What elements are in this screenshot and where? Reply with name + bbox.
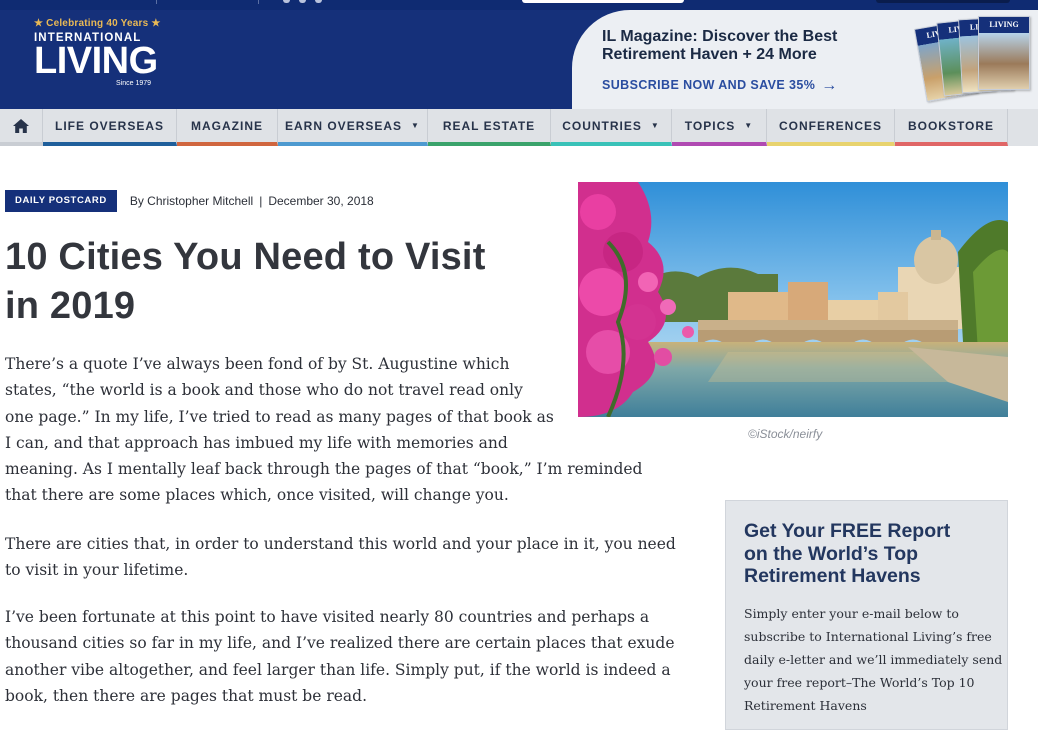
home-icon: [13, 118, 29, 133]
article-paragraph: I’ve been fortunate at this point to hav…: [5, 604, 685, 709]
signup-title: Get Your FREE Report on the World’s Top Re…: [744, 520, 994, 588]
article-title-line: 10 Cities You Need to Visit: [5, 236, 486, 278]
signup-title-line: Get Your FREE Report: [744, 520, 951, 542]
logo-name-line2: LIVING: [34, 40, 158, 82]
nav-item-label: MAGAZINE: [191, 118, 263, 133]
category-badge[interactable]: DAILY POSTCARD: [5, 190, 117, 212]
logo-since: Since 1979: [116, 80, 152, 87]
nav-item-label: BOOKSTORE: [907, 118, 995, 133]
nav-item-topics[interactable]: TOPICS ▼: [672, 109, 767, 146]
divider: [258, 0, 259, 4]
paragraph-line: book, then there are pages that must be …: [5, 686, 368, 705]
byline-separator: |: [259, 194, 263, 208]
signup-title-line: on the World’s Top: [744, 542, 919, 565]
magazine-covers-image: LIVING LIVING LIVING LIVING: [912, 14, 1032, 106]
byline: By Christopher Mitchell | December 30, 201…: [130, 194, 374, 208]
paragraph-line: meaning. As I mentally leaf back through…: [5, 460, 643, 479]
magazine-cover: LIVING: [978, 16, 1030, 90]
nav-item-real-estate[interactable]: REAL ESTATE: [428, 109, 551, 146]
author-link[interactable]: By Christopher Mitchell: [130, 194, 253, 208]
paragraph-line: thousand cities so far in my life, and I…: [5, 634, 675, 653]
article-paragraph: There are cities that, in order to under…: [5, 531, 685, 584]
nav-item-label: REAL ESTATE: [442, 118, 536, 133]
site-logo[interactable]: ★ Celebrating 40 Years ★ INTERNATIONAL L…: [34, 16, 161, 96]
signup-body-line: your free report–The World’s Top 10: [744, 675, 975, 690]
signup-body-line: daily e-letter and we’ll immediately sen…: [744, 652, 1003, 667]
nav-item-conferences[interactable]: CONFERENCES: [767, 109, 895, 146]
subscribe-link[interactable]: SUBSCRIBE NOW AND SAVE 35% →: [602, 77, 838, 94]
signup-description: Simply enter your e-mail below to subscri…: [744, 602, 1002, 717]
nav-item-label: COUNTRIES: [562, 118, 642, 133]
social-icon[interactable]: [299, 0, 306, 3]
article-paragraph: There’s a quote I’ve always been fond of…: [5, 351, 645, 509]
paragraph-line: There are cities that, in order to under…: [5, 535, 676, 553]
paragraph-line: I can, and that approach has imbued my l…: [5, 433, 508, 452]
chevron-down-icon: ▼: [650, 121, 660, 130]
paragraph-line: states, “the world is a book and those w…: [5, 381, 523, 400]
signup-title-line: Retirement Havens: [744, 565, 921, 587]
nav-item-label: LIFE OVERSEAS: [54, 118, 165, 133]
free-report-signup-box: Get Your FREE Report on the World’s Top Re…: [725, 500, 1008, 730]
arrow-right-icon: →: [821, 77, 838, 94]
chevron-down-icon: ▼: [744, 121, 754, 130]
social-icon[interactable]: [283, 0, 290, 3]
divider: [156, 0, 157, 4]
image-credit: ©iStock/neirfy: [748, 427, 823, 441]
paragraph-line: There’s a quote I’ve always been fond of…: [5, 355, 510, 373]
promo-title: IL Magazine: Discover the Best Retiremen…: [602, 28, 838, 63]
main-navigation: LIFE OVERSEAS MAGAZINE EARN OVERSEAS ▼ REAL …: [0, 109, 1038, 146]
paragraph-line: that there are some places which, once v…: [5, 486, 509, 505]
article-title-line: in 2019: [5, 285, 136, 327]
top-utility-bar: [0, 0, 1038, 10]
signup-body-line: Retirement Havens: [744, 698, 867, 713]
paragraph-line: to visit in your lifetime.: [5, 561, 189, 580]
nav-item-earn-overseas[interactable]: EARN OVERSEAS ▼: [278, 109, 428, 146]
nav-item-label: TOPICS: [684, 118, 736, 133]
nav-item-countries[interactable]: COUNTRIES ▼: [551, 109, 672, 146]
paragraph-line: I’ve been fortunate at this point to hav…: [5, 608, 650, 626]
paragraph-line: another vibe altogether, and feel larger…: [5, 660, 671, 679]
nav-item-label: EARN OVERSEAS: [285, 118, 403, 133]
article-title: 10 Cities You Need to Visit in 2019: [5, 233, 565, 331]
social-icon[interactable]: [315, 0, 322, 3]
article-meta: DAILY POSTCARD By Christopher Mitchell | D…: [5, 190, 374, 212]
subscribe-label: SUBSCRIBE NOW AND SAVE 35%: [602, 78, 816, 92]
signup-body-line: subscribe to International Living’s free: [744, 629, 992, 644]
nav-item-magazine[interactable]: MAGAZINE: [177, 109, 278, 146]
article-hero-image: [578, 182, 1008, 417]
magazine-promo[interactable]: IL Magazine: Discover the Best Retiremen…: [572, 10, 1038, 109]
search-input[interactable]: [522, 0, 684, 3]
signup-body-line: Simply enter your e-mail below to: [744, 606, 959, 621]
paragraph-line: one page.” In my life, I’ve tried to rea…: [5, 407, 554, 426]
logo-tagline: ★ Celebrating 40 Years ★: [34, 18, 161, 29]
nav-home[interactable]: [0, 109, 43, 146]
site-header: ★ Celebrating 40 Years ★ INTERNATIONAL L…: [0, 10, 1038, 109]
nav-item-label: CONFERENCES: [778, 118, 882, 133]
nav-item-bookstore[interactable]: BOOKSTORE: [895, 109, 1008, 146]
nav-item-life-overseas[interactable]: LIFE OVERSEAS: [43, 109, 177, 146]
account-button[interactable]: [876, 0, 1010, 3]
chevron-down-icon: ▼: [411, 121, 420, 130]
publish-date: December 30, 2018: [268, 194, 374, 208]
